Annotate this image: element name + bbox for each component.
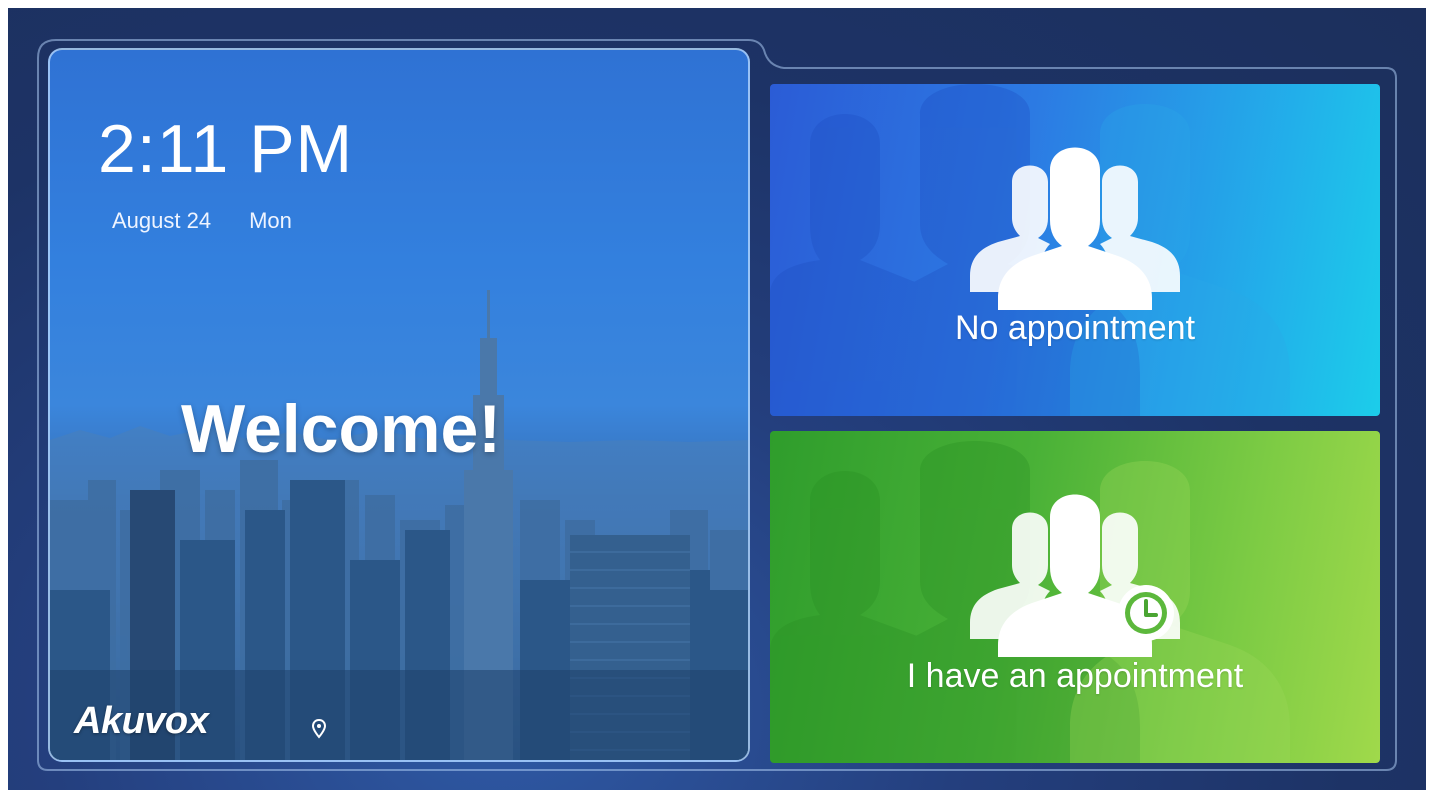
have-appointment-label: I have an appointment: [906, 657, 1244, 695]
no-appointment-label: No appointment: [954, 309, 1196, 347]
clock-time: 2:11 PM: [98, 111, 354, 187]
no-appointment-button[interactable]: No appointment: [770, 84, 1380, 416]
city-skyline-image: [50, 290, 748, 760]
welcome-message: Welcome!: [181, 391, 501, 467]
clock-badge-icon: [1118, 585, 1174, 641]
people-group-icon: [970, 147, 1180, 310]
clock-weekday: Mon: [249, 208, 292, 233]
welcome-panel: 2:11 PM August 24 Mon Welcome! Akuvox: [48, 48, 750, 762]
brand-logo: Akuvox: [74, 700, 209, 742]
people-group-clock-icon: [970, 494, 1180, 657]
kiosk-screen: 2:11 PM August 24 Mon Welcome! Akuvox No…: [8, 8, 1426, 790]
location-pin-icon: [311, 718, 327, 739]
clock-date: August 24: [112, 208, 212, 233]
date-row: August 24 Mon: [112, 208, 292, 234]
have-appointment-button[interactable]: I have an appointment: [770, 431, 1380, 763]
